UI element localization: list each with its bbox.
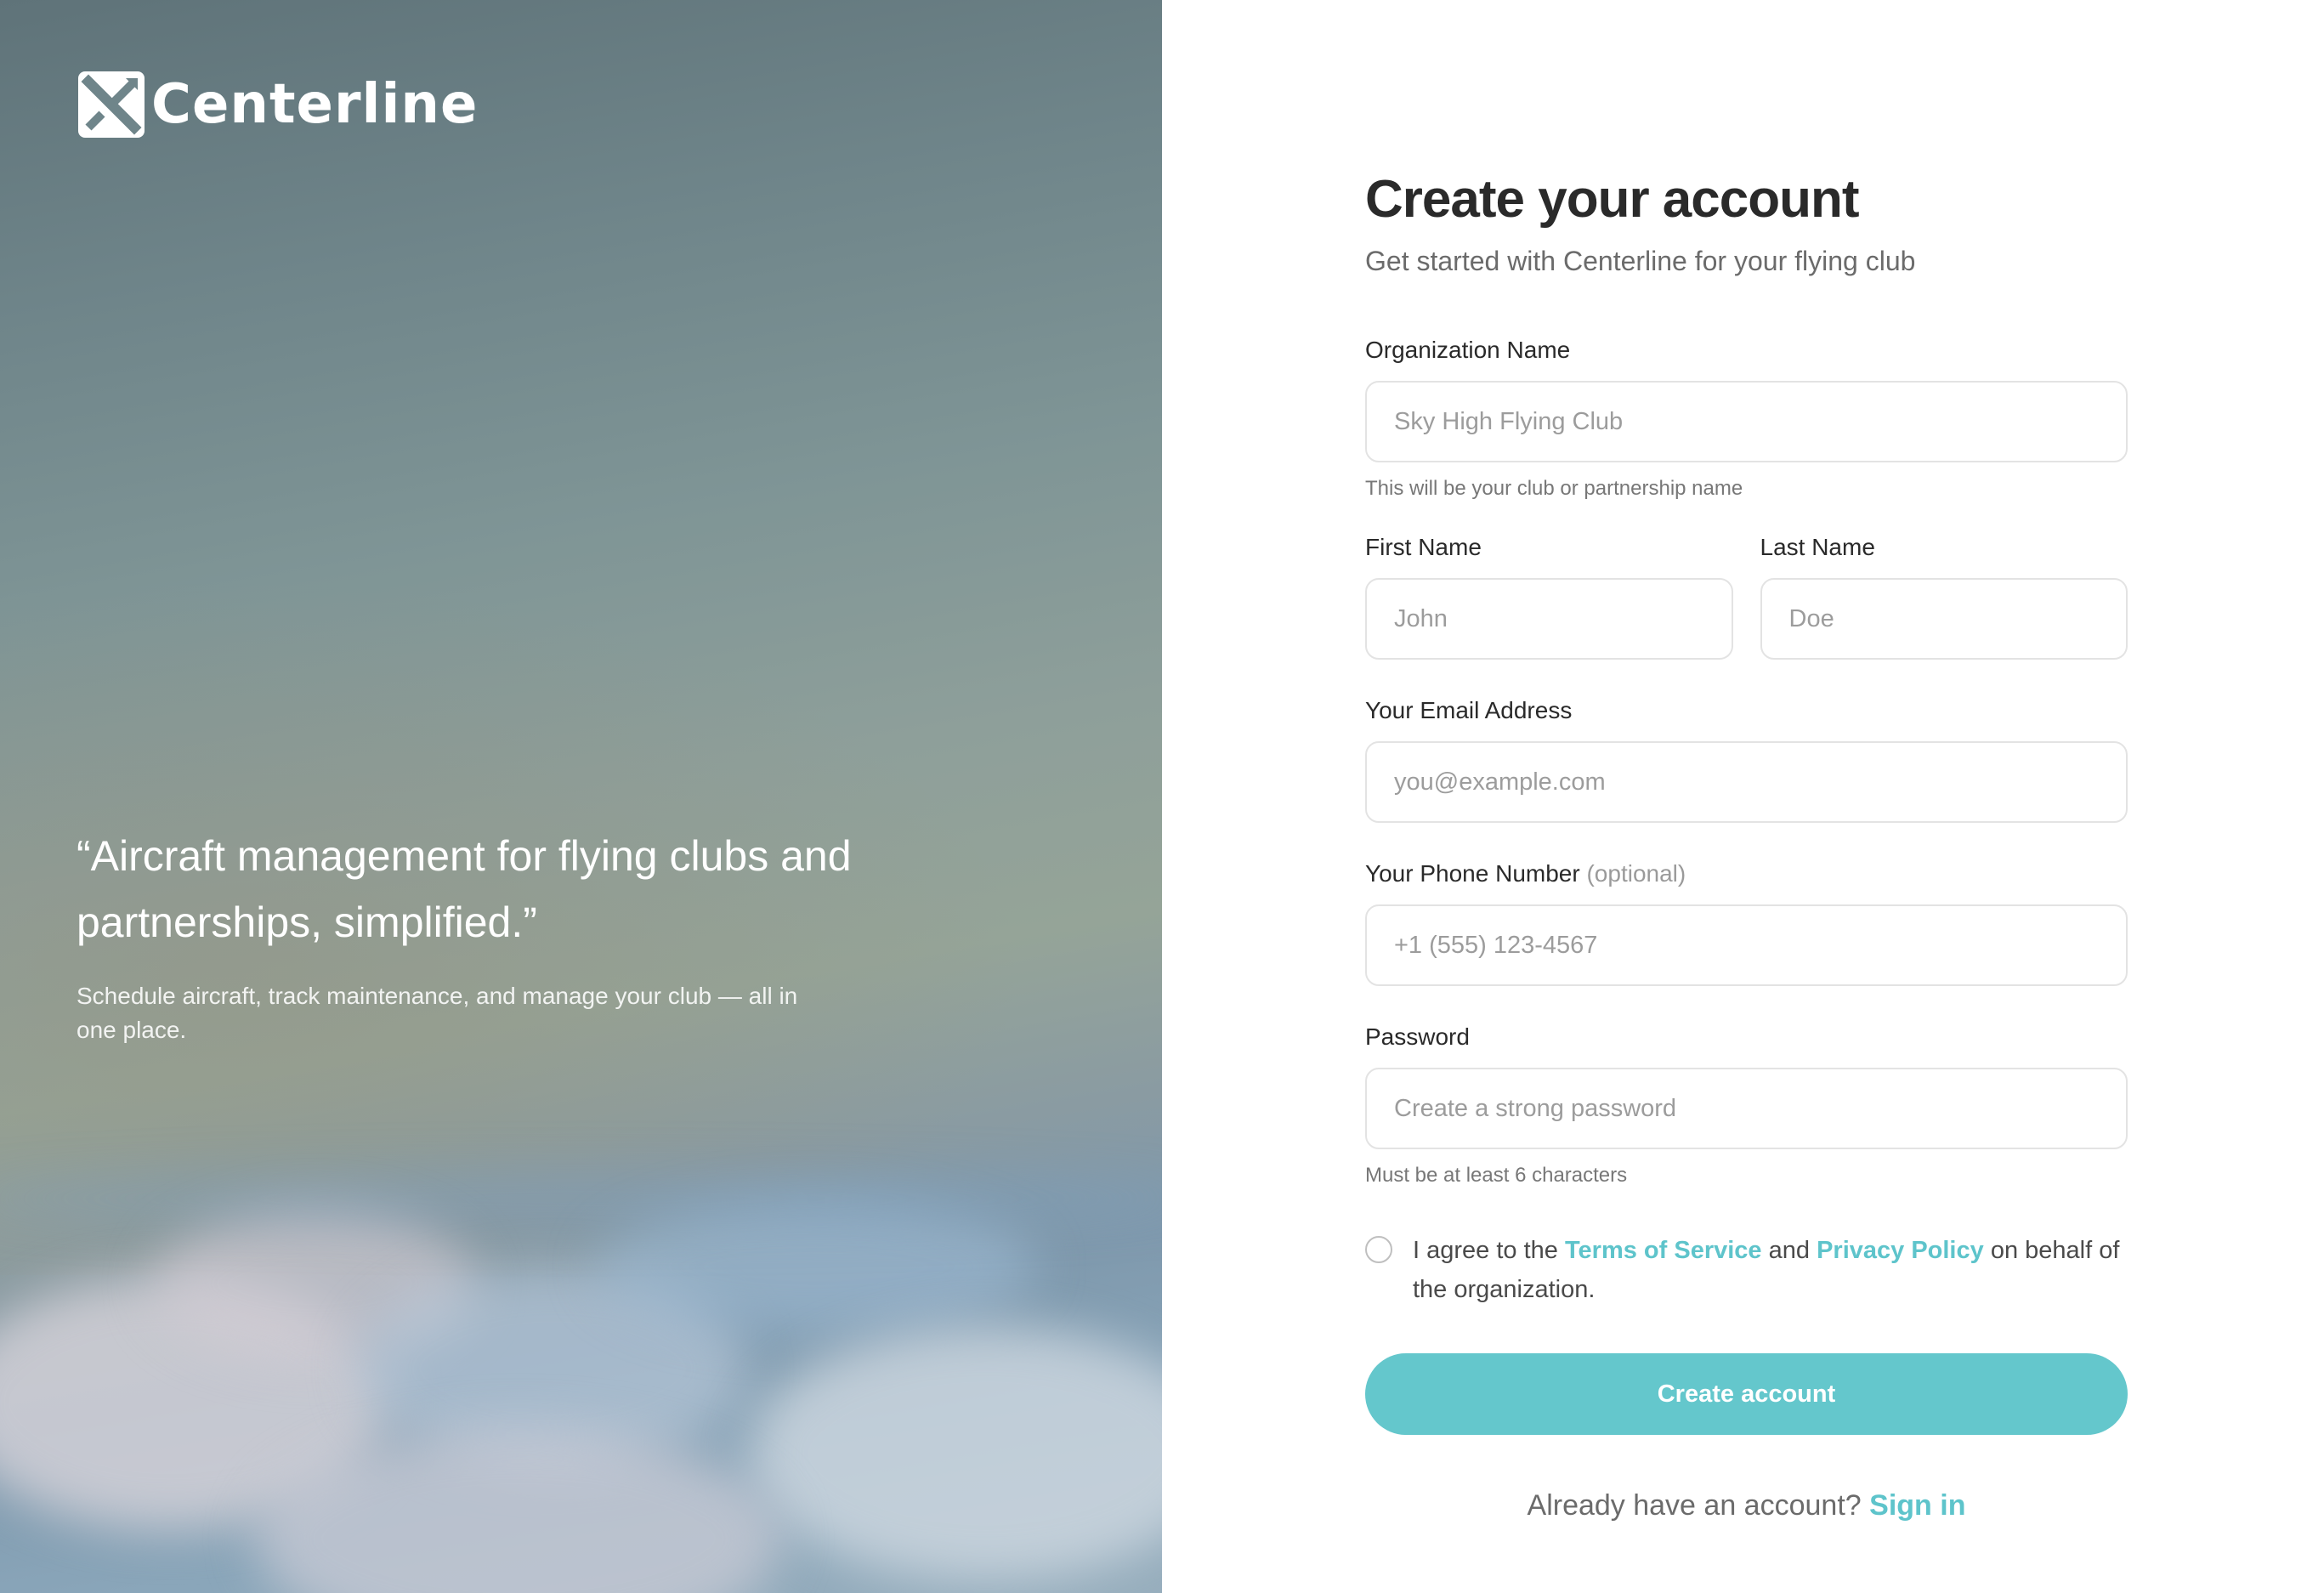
phone-field-group: Your Phone Number (optional) <box>1365 857 2128 986</box>
phone-label: Your Phone Number (optional) <box>1365 857 2128 891</box>
terms-agreement: I agree to the Terms of Service and Priv… <box>1365 1231 2128 1309</box>
signup-form: Create your account Get started with Cen… <box>1365 162 2128 1522</box>
terms-of-service-link[interactable]: Terms of Service <box>1565 1237 1762 1264</box>
email-label: Your Email Address <box>1365 697 1573 723</box>
password-input[interactable] <box>1365 1068 2128 1149</box>
password-label: Password <box>1365 1023 1470 1050</box>
cloud-layer <box>0 1173 1162 1593</box>
hero-quote: “Aircraft management for flying clubs an… <box>77 832 852 946</box>
privacy-policy-link[interactable]: Privacy Policy <box>1817 1237 1984 1264</box>
password-hint: Must be at least 6 characters <box>1365 1164 1628 1187</box>
phone-label-text: Your Phone Number <box>1365 860 1580 887</box>
brand-name: Centerline <box>151 73 479 136</box>
centerline-logo-icon <box>78 71 145 138</box>
brand-logo[interactable]: Centerline <box>77 70 478 139</box>
last-name-input[interactable] <box>1760 578 2128 660</box>
signin-prompt-text: Already have an account? <box>1527 1489 1862 1522</box>
organization-hint: This will be your club or partnership na… <box>1365 477 1743 500</box>
hero-panel: Centerline “Aircraft management for flyi… <box>0 0 1162 1593</box>
signin-prompt: Already have an account? Sign in <box>1365 1489 2128 1522</box>
email-field-group: Your Email Address <box>1365 694 2128 823</box>
sign-in-link[interactable]: Sign in <box>1869 1489 1965 1522</box>
last-name-field-group: Last Name <box>1760 530 2128 660</box>
terms-checkbox[interactable] <box>1365 1236 1392 1263</box>
page-title: Create your account <box>1365 170 1860 229</box>
name-row: First Name Last Name <box>1365 530 2128 660</box>
page-subtitle: Get started with Centerline for your fly… <box>1365 246 1916 276</box>
terms-and: and <box>1768 1237 1810 1264</box>
email-input[interactable] <box>1365 741 2128 823</box>
password-field-group: Password Must be at least 6 characters <box>1365 1020 2128 1188</box>
create-account-button[interactable]: Create account <box>1365 1353 2128 1435</box>
organization-label: Organization Name <box>1365 337 1571 363</box>
first-name-field-group: First Name <box>1365 530 1733 660</box>
hero-subtext: Schedule aircraft, track maintenance, an… <box>77 983 798 1043</box>
first-name-label: First Name <box>1365 534 1482 560</box>
optional-tag: (optional) <box>1586 860 1686 887</box>
first-name-input[interactable] <box>1365 578 1733 660</box>
organization-field-group: Organization Name This will be your club… <box>1365 333 2128 502</box>
last-name-label: Last Name <box>1760 534 1875 560</box>
organization-name-input[interactable] <box>1365 381 2128 462</box>
terms-prefix: I agree to the <box>1413 1237 1558 1264</box>
phone-input[interactable] <box>1365 904 2128 986</box>
terms-text: I agree to the Terms of Service and Priv… <box>1413 1231 2127 1309</box>
